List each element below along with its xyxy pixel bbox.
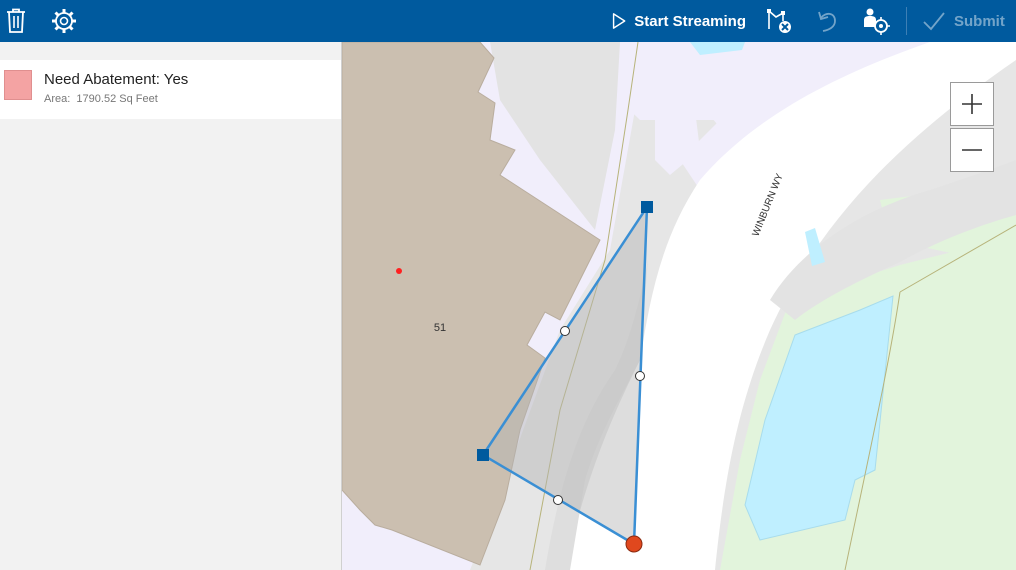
settings-button[interactable] xyxy=(50,0,78,42)
undo-icon xyxy=(818,11,836,32)
sketch-vertex[interactable] xyxy=(477,449,489,461)
building-label: 51 xyxy=(434,322,446,334)
submit-button[interactable]: Submit xyxy=(922,0,1006,42)
zoom-in-button[interactable] xyxy=(950,82,994,126)
map-view[interactable]: 51 WINBURN WY xyxy=(342,42,1016,570)
undo-button[interactable] xyxy=(816,0,840,42)
clear-vertex-button[interactable] xyxy=(766,0,794,42)
legend-area: Area: 1790.52 Sq Feet xyxy=(44,93,158,105)
toolbar: Start Streaming Submit xyxy=(0,0,1016,42)
minus-icon xyxy=(962,149,982,151)
checkmark-icon xyxy=(923,12,945,31)
midpoint-handle[interactable] xyxy=(560,326,570,336)
current-vertex[interactable] xyxy=(625,535,643,553)
gps-vertex-icon xyxy=(864,8,890,35)
legend-swatch xyxy=(4,70,32,100)
area-label: Area: xyxy=(44,93,71,105)
trash-icon xyxy=(7,8,25,33)
side-panel: Need Abatement: Yes Area: 1790.52 Sq Fee… xyxy=(0,42,342,570)
clear-selection-icon xyxy=(767,9,791,33)
submit-label: Submit xyxy=(954,12,1005,30)
legend-item[interactable]: Need Abatement: Yes Area: 1790.52 Sq Fee… xyxy=(0,60,341,119)
toolbar-separator xyxy=(906,7,907,35)
midpoint-handle[interactable] xyxy=(635,371,645,381)
play-icon xyxy=(612,13,626,29)
gps-vertex-button[interactable] xyxy=(862,0,890,42)
plus-icon xyxy=(962,94,982,114)
zoom-out-button[interactable] xyxy=(950,128,994,172)
start-streaming-label: Start Streaming xyxy=(634,12,746,30)
gear-icon xyxy=(52,9,76,33)
midpoint-handle[interactable] xyxy=(553,495,563,505)
delete-button[interactable] xyxy=(2,0,30,42)
map-canvas[interactable]: 51 WINBURN WY xyxy=(342,42,1016,570)
area-value: 1790.52 Sq Feet xyxy=(76,93,158,105)
sketch-vertex[interactable] xyxy=(641,201,653,213)
start-streaming-button[interactable]: Start Streaming xyxy=(612,0,746,42)
legend-title: Need Abatement: Yes xyxy=(44,71,189,88)
location-dot xyxy=(396,268,402,274)
